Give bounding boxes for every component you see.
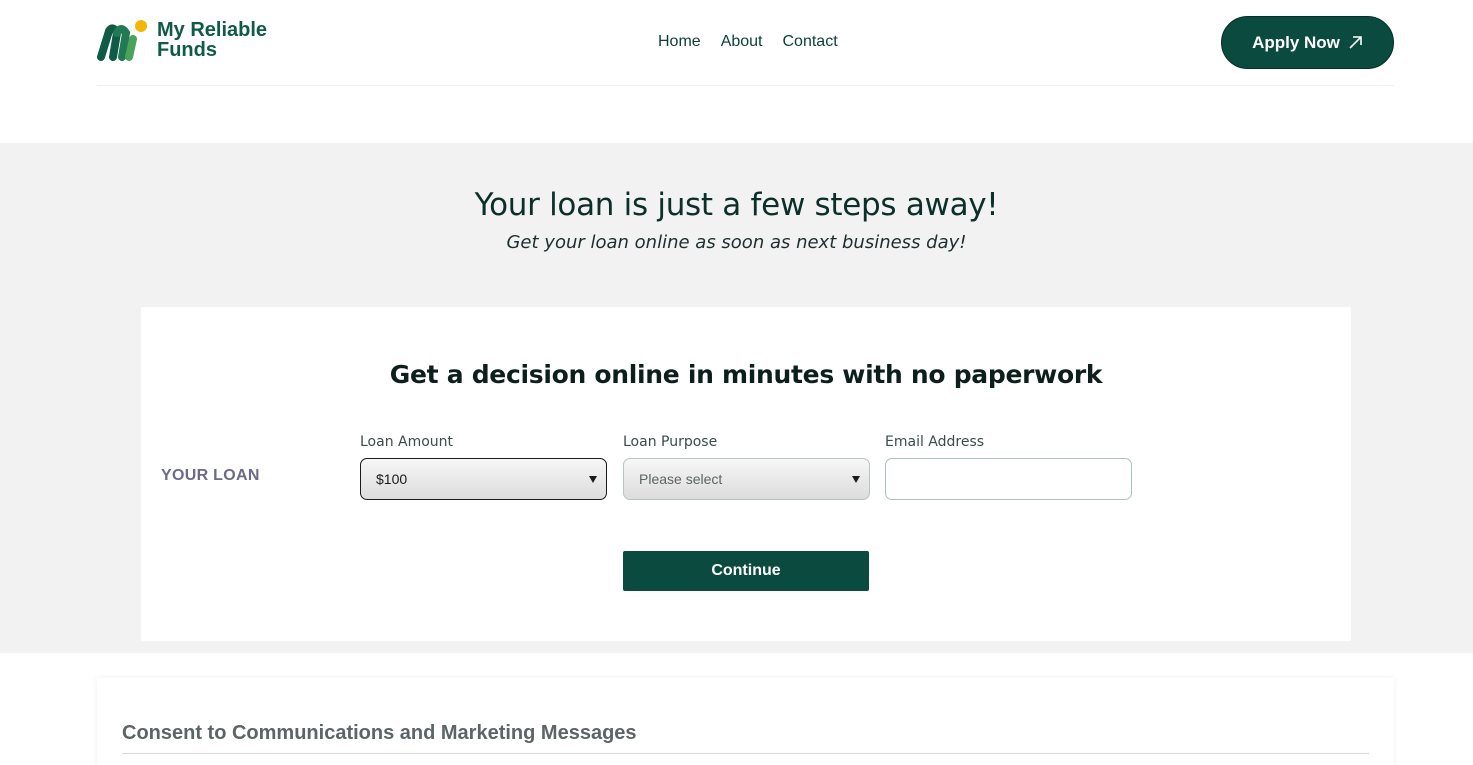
divider — [122, 753, 1369, 754]
chevron-down-icon — [852, 476, 860, 483]
loan-purpose-select[interactable]: Please select — [623, 458, 870, 500]
nav-contact-link[interactable]: Contact — [783, 32, 838, 52]
chevron-down-icon — [589, 476, 597, 483]
loan-purpose-label: Loan Purpose — [623, 434, 718, 450]
main-nav: Home About Contact — [658, 32, 838, 52]
page: My Reliable Funds Home About Contact App… — [0, 0, 1473, 765]
nav-about-link[interactable]: About — [721, 32, 763, 52]
loan-purpose-field: Loan Purpose Please select — [623, 434, 870, 500]
continue-button[interactable]: Continue — [623, 551, 869, 591]
hero-title: Your loan is just a few steps away! — [474, 187, 999, 223]
section-label-your-loan: YOUR LOAN — [161, 467, 260, 484]
loan-form-card: Get a decision online in minutes with no… — [141, 307, 1351, 641]
consent-title: Consent to Communications and Marketing … — [122, 722, 637, 744]
consent-section: Consent to Communications and Marketing … — [97, 678, 1394, 765]
loan-amount-field: Loan Amount $100 — [360, 434, 607, 500]
hero-subtitle: Get your loan online as soon as next bus… — [506, 232, 967, 253]
form-title: Get a decision online in minutes with no… — [389, 360, 1103, 389]
loan-amount-value: $100 — [376, 471, 408, 487]
email-label: Email Address — [885, 434, 985, 450]
site-header: My Reliable Funds Home About Contact App… — [97, 0, 1394, 86]
logo-line-2: Funds — [157, 39, 217, 61]
apply-now-button[interactable]: Apply Now — [1221, 16, 1394, 69]
apply-now-label: Apply Now — [1252, 32, 1340, 52]
email-input[interactable] — [885, 458, 1132, 500]
logo-line-1: My Reliable — [157, 19, 268, 41]
loan-amount-select[interactable]: $100 — [360, 458, 607, 500]
logo[interactable]: My Reliable Funds — [97, 17, 267, 63]
nav-home-link[interactable]: Home — [658, 32, 701, 52]
email-field-group: Email Address — [885, 434, 1132, 500]
loan-amount-label: Loan Amount — [360, 434, 454, 450]
logo-mark-icon — [97, 20, 147, 61]
logo-text: My Reliable Funds — [157, 20, 267, 60]
loan-purpose-value: Please select — [639, 471, 723, 487]
arrow-up-right-icon — [1349, 36, 1362, 49]
